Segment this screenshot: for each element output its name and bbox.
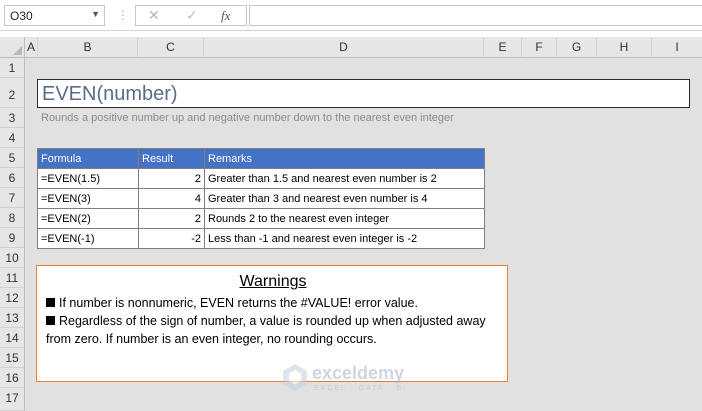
gridline [597,58,598,411]
formula-buttons: ✕ ✓ fx [135,5,247,26]
header-remarks[interactable]: Remarks [204,148,485,169]
warning-text: Regardless of the sign of number, a valu… [46,314,486,346]
bullet-square-icon [46,298,55,307]
row-header[interactable]: 15 [0,348,25,368]
row-header[interactable]: 10 [0,248,25,268]
name-box[interactable]: O30 ▼ [4,5,105,26]
table-row: =EVEN(2) 2 Rounds 2 to the nearest even … [37,208,485,229]
watermark: exceldemy EXCEL · DATA · BI [280,362,405,395]
table-row: =EVEN(1.5) 2 Greater than 1.5 and neares… [37,168,485,189]
select-all-button[interactable] [0,37,25,58]
table-header-row: Formula Result Remarks [37,148,485,169]
row-header[interactable]: 7 [0,188,25,208]
chevron-down-icon[interactable]: ▼ [91,9,100,19]
title-cell[interactable]: EVEN(number) [37,79,690,108]
header-result[interactable]: Result [138,148,205,169]
result-cell[interactable]: 2 [138,168,205,189]
row-header[interactable]: 2 [0,78,25,108]
watermark-tagline: EXCEL · DATA · BI [314,385,407,392]
row-header[interactable]: 14 [0,328,25,348]
row-header[interactable]: 6 [0,168,25,188]
result-cell[interactable]: 4 [138,188,205,209]
warning-item: Regardless of the sign of number, a valu… [46,312,501,348]
row-header[interactable]: 11 [0,268,25,288]
warning-text: If number is nonnumeric, EVEN returns th… [59,296,418,310]
column-header-h[interactable]: H [597,37,652,58]
column-header-c[interactable]: C [138,37,204,58]
exceldemy-logo-icon [283,364,307,391]
row-header[interactable]: 4 [0,128,25,148]
result-cell[interactable]: -2 [138,228,205,249]
gridline [522,58,523,411]
row-header[interactable]: 1 [0,58,25,78]
row-header[interactable]: 8 [0,208,25,228]
warning-item: If number is nonnumeric, EVEN returns th… [46,294,501,312]
name-box-value: O30 [10,9,33,23]
column-header-f[interactable]: F [522,37,557,58]
header-formula[interactable]: Formula [37,148,139,169]
table-row: =EVEN(3) 4 Greater than 3 and nearest ev… [37,188,485,209]
column-header-d[interactable]: D [204,37,484,58]
column-header-b[interactable]: B [38,37,138,58]
warnings-title: Warnings [239,273,307,290]
formula-bar: O30 ▼ ⋮ ✕ ✓ fx [0,0,702,31]
watermark-name: exceldemy [312,363,405,383]
column-header-a[interactable]: A [25,37,38,58]
row-header[interactable]: 12 [0,288,25,308]
row-header[interactable]: 17 [0,388,25,411]
column-header-g[interactable]: G [557,37,597,58]
formula-table: Formula Result Remarks =EVEN(1.5) 2 Grea… [37,148,485,249]
remarks-cell[interactable]: Greater than 3 and nearest even number i… [204,188,485,209]
result-cell[interactable]: 2 [138,208,205,229]
row-header[interactable]: 13 [0,308,25,328]
row-header[interactable]: 9 [0,228,25,248]
cancel-icon[interactable]: ✕ [148,7,160,24]
formula-cell[interactable]: =EVEN(3) [37,188,139,209]
gridline [652,58,653,411]
formula-cell[interactable]: =EVEN(1.5) [37,168,139,189]
table-row: =EVEN(-1) -2 Less than -1 and nearest ev… [37,228,485,249]
remarks-cell[interactable]: Greater than 1.5 and nearest even number… [204,168,485,189]
row-header[interactable]: 16 [0,368,25,388]
remarks-cell[interactable]: Less than -1 and nearest even integer is… [204,228,485,249]
remarks-cell[interactable]: Rounds 2 to the nearest even integer [204,208,485,229]
bullet-square-icon [46,316,55,325]
formula-input[interactable] [249,5,702,26]
formula-cell[interactable]: =EVEN(2) [37,208,139,229]
drag-handle-icon[interactable]: ⋮ [117,8,129,22]
warnings-box[interactable]: Warnings If number is nonnumeric, EVEN r… [36,265,508,382]
page-title: EVEN(number) [42,83,178,105]
enter-icon[interactable]: ✓ [186,7,198,24]
column-header-i[interactable]: I [652,37,702,58]
description-cell[interactable]: Rounds a positive number up and negative… [41,112,454,124]
select-all-icon [13,46,22,55]
insert-function-icon[interactable]: fx [221,8,230,24]
gridline [557,58,558,411]
column-header-e[interactable]: E [484,37,522,58]
row-header[interactable]: 3 [0,108,25,128]
row-header[interactable]: 5 [0,148,25,168]
formula-cell[interactable]: =EVEN(-1) [37,228,139,249]
